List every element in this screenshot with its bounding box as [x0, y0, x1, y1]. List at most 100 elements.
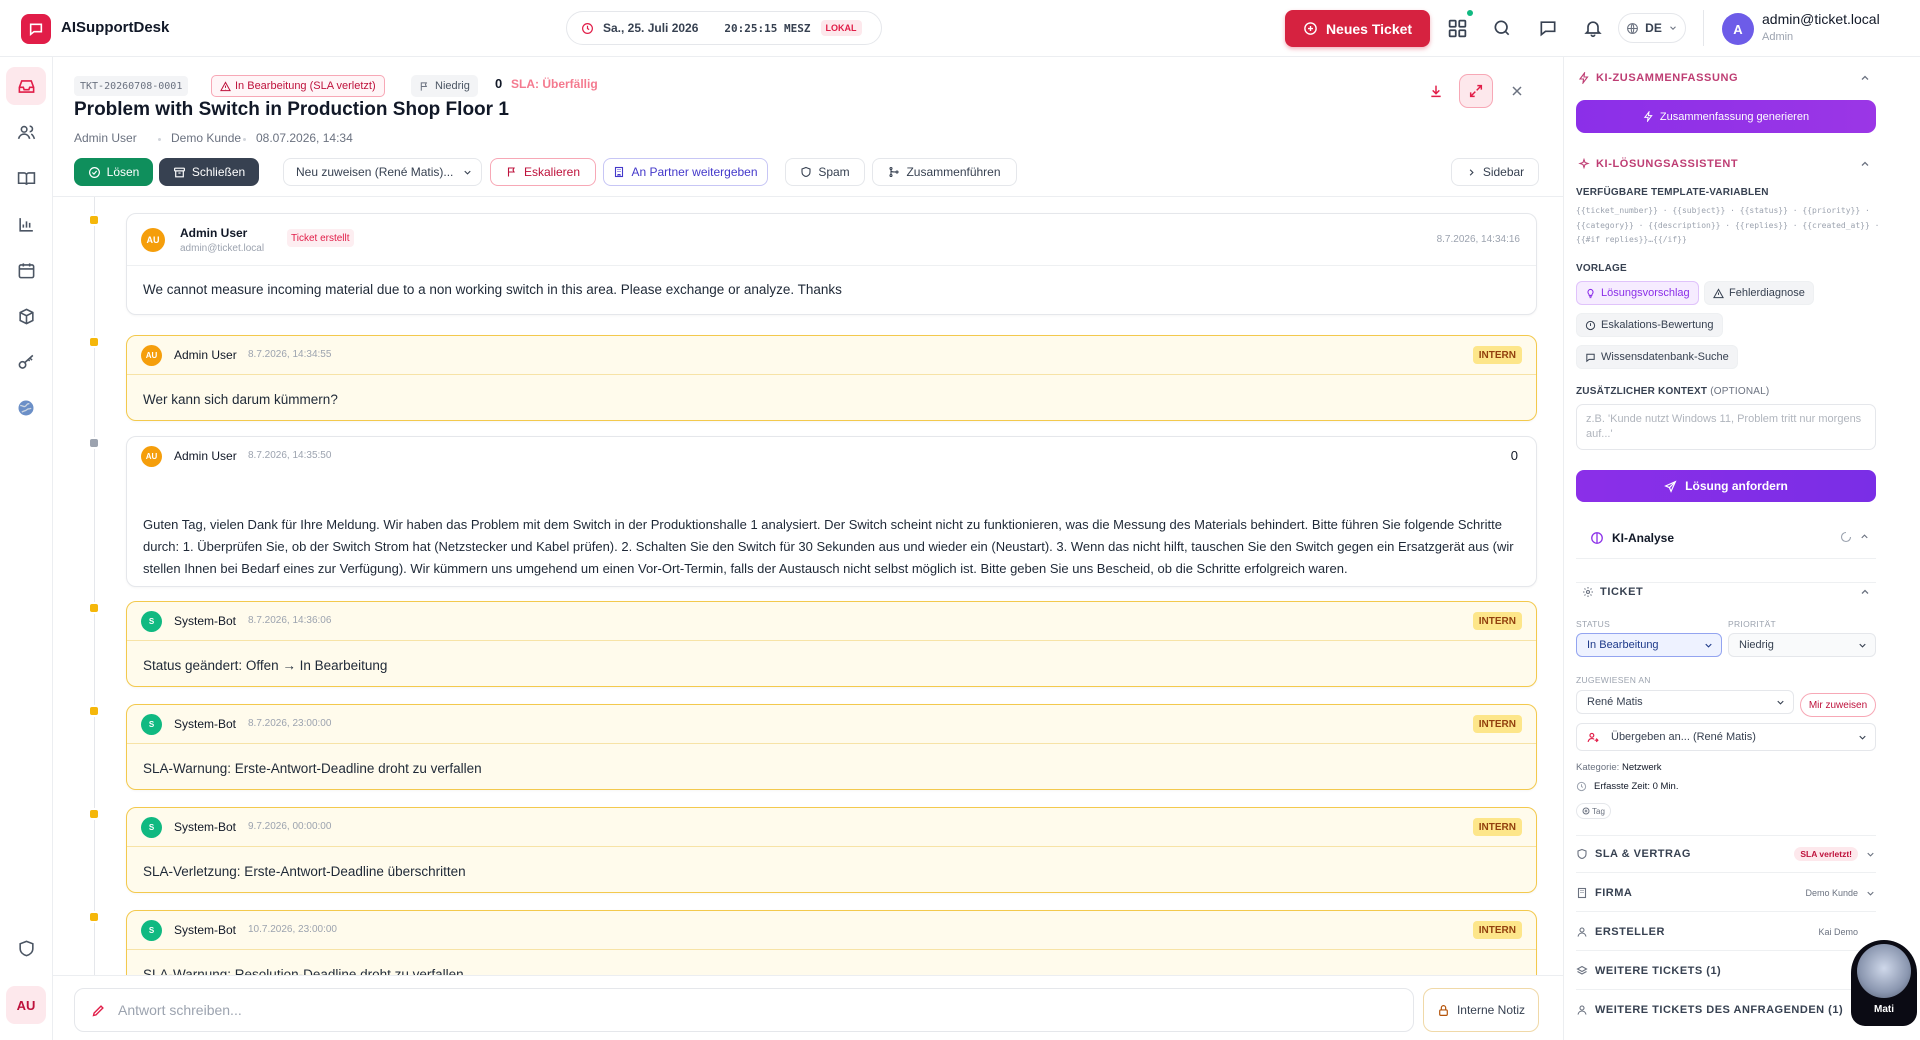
chat-icon[interactable]: [1536, 16, 1560, 40]
rail-user-avatar[interactable]: AU: [6, 986, 46, 1024]
close-ticket-label: Schließen: [191, 165, 246, 179]
sidebar-toggle-button[interactable]: Sidebar: [1451, 158, 1539, 186]
merge-icon: [888, 166, 900, 178]
template-diagnosis-chip[interactable]: Fehlerdiagnose: [1704, 281, 1814, 305]
chevron-up-icon[interactable]: [1859, 72, 1873, 86]
nav-users-icon[interactable]: [6, 113, 46, 151]
ticket-section-header[interactable]: TICKET: [1582, 586, 1643, 598]
internal-note-label: Interne Notiz: [1456, 1003, 1526, 1017]
resolve-button[interactable]: Lösen: [74, 158, 153, 186]
user-email[interactable]: admin@ticket.local: [1762, 11, 1880, 27]
timeline-dot: [88, 705, 100, 717]
search-icon[interactable]: [1490, 16, 1514, 40]
sla-violated-badge: SLA verletzt!: [1794, 847, 1858, 861]
escalate-button[interactable]: Eskalieren: [490, 158, 596, 186]
timeline-dot: [88, 437, 100, 449]
divider: [1576, 950, 1876, 951]
sla-section-title: SLA & VERTRAG: [1595, 848, 1691, 860]
merge-button[interactable]: Zusammenführen: [872, 158, 1017, 186]
nav-calendar-icon[interactable]: [6, 251, 46, 289]
divider: [1576, 989, 1876, 990]
priority-select[interactable]: Niedrig: [1728, 633, 1876, 657]
creator-section-row[interactable]: ERSTELLER Kai Demo: [1576, 917, 1876, 947]
ai-summary-header[interactable]: KI-ZUSAMMENFASSUNG: [1578, 72, 1738, 84]
template-kb-search-label: Wissensdatenbank-Suche: [1601, 351, 1729, 363]
reassign-select[interactable]: Neu zuweisen (René Matis)...: [283, 158, 482, 186]
ticket-requester[interactable]: Admin User: [74, 131, 137, 145]
template-solution-label: Lösungsvorschlag: [1601, 287, 1690, 299]
nav-chart-icon[interactable]: [6, 205, 46, 243]
author-email: admin@ticket.local: [180, 243, 265, 254]
download-icon[interactable]: [1419, 74, 1453, 108]
template-kb-search-chip[interactable]: Wissensdatenbank-Suche: [1576, 345, 1738, 369]
assignee-select-value: René Matis: [1587, 696, 1643, 708]
nav-key-icon[interactable]: [6, 343, 46, 381]
message-header: S System-Bot 8.7.2026, 23:00:00 INTERN: [127, 705, 1536, 744]
assign-to-me-button[interactable]: Mir zuweisen: [1800, 693, 1876, 717]
mascot-assistant-button[interactable]: Mati: [1851, 940, 1917, 1026]
ticket-customer[interactable]: Demo Kunde: [171, 131, 241, 145]
loading-spinner-icon: [1840, 531, 1852, 543]
status-select[interactable]: In Bearbeitung: [1576, 633, 1722, 657]
sla-section-row[interactable]: SLA & VERTRAG SLA verletzt!: [1576, 839, 1876, 869]
tracked-time-row: Erfasste Zeit: 0 Min.: [1576, 781, 1678, 792]
generate-summary-button[interactable]: Zusammenfassung generieren: [1576, 100, 1876, 133]
assigned-field-label: ZUGEWIESEN AN: [1576, 675, 1651, 685]
expand-icon[interactable]: [1459, 74, 1493, 108]
message-header: AU Admin User 8.7.2026, 14:35:50 0: [127, 437, 1536, 476]
user-icon: [1576, 1004, 1588, 1016]
template-vars-list: {{ticket_number}} · {{subject}} · {{stat…: [1576, 206, 1880, 244]
nav-inbox-icon[interactable]: [6, 67, 46, 105]
new-ticket-button[interactable]: Neues Ticket: [1285, 10, 1430, 47]
template-solution-chip[interactable]: Lösungsvorschlag: [1576, 281, 1699, 305]
app-logo-icon[interactable]: [21, 14, 51, 44]
resolve-label: Lösen: [106, 165, 140, 179]
company-section-row[interactable]: FIRMA Demo Kunde: [1576, 878, 1876, 908]
internal-note-card: S System-Bot 10.7.2026, 23:00:00 INTERN …: [126, 910, 1537, 975]
bell-icon[interactable]: [1581, 16, 1605, 40]
nav-knowledge-book-icon[interactable]: [6, 159, 46, 197]
ai-assistant-header[interactable]: KI-LÖSUNGSASSISTENT: [1578, 158, 1738, 170]
user-icon: [1576, 926, 1588, 938]
assignee-select[interactable]: René Matis: [1576, 690, 1794, 714]
close-ticket-button[interactable]: Schließen: [159, 158, 259, 186]
context-input[interactable]: z.B. 'Kunde nutzt Windows 11, Problem tr…: [1576, 404, 1876, 450]
chevron-up-icon[interactable]: [1859, 586, 1873, 600]
reply-card: AU Admin User 8.7.2026, 14:35:50 0 Guten…: [126, 436, 1537, 587]
divider: [1576, 872, 1876, 873]
ai-summary-title: KI-ZUSAMMENFASSUNG: [1596, 72, 1739, 84]
add-tag-button[interactable]: Tag: [1576, 803, 1611, 819]
status-field-label: STATUS: [1576, 619, 1611, 629]
more-tickets-row[interactable]: WEITERE TICKETS (1): [1576, 956, 1876, 986]
clock-icon: [1576, 781, 1587, 792]
internal-note-button[interactable]: Interne Notiz: [1423, 988, 1539, 1032]
handover-select[interactable]: Übergeben an... (René Matis): [1576, 723, 1876, 751]
user-avatar[interactable]: A: [1722, 13, 1754, 45]
chevron-down-icon: [1668, 23, 1678, 33]
ai-analysis-row[interactable]: KI-Analyse: [1576, 517, 1876, 559]
forward-partner-button[interactable]: An Partner weitergeben: [603, 158, 768, 186]
chevron-up-icon[interactable]: [1859, 158, 1873, 172]
language-label: DE: [1645, 21, 1662, 35]
reassign-label: Neu zuweisen (René Matis)...: [296, 165, 454, 179]
nav-globe-icon[interactable]: [6, 389, 46, 427]
reply-input[interactable]: Antwort schreiben...: [74, 988, 1414, 1032]
status-select-value: In Bearbeitung: [1587, 639, 1659, 651]
nav-box-icon[interactable]: [6, 297, 46, 335]
status-badge: In Bearbeitung (SLA verletzt): [211, 75, 385, 97]
chevron-up-icon: [1859, 531, 1870, 542]
spam-button[interactable]: Spam: [785, 158, 865, 186]
requester-tickets-row[interactable]: WEITERE TICKETS DES ANFRAGENDEN (1): [1576, 995, 1876, 1025]
request-solution-button[interactable]: Lösung anfordern: [1576, 470, 1876, 502]
reply-placeholder: Antwort schreiben...: [118, 1002, 242, 1018]
ticket-timeline[interactable]: AU Admin User admin@ticket.local Ticket …: [53, 197, 1563, 975]
apps-grid-icon[interactable]: [1445, 10, 1473, 40]
sla-status: SLA: Überfällig: [511, 77, 598, 91]
language-select[interactable]: DE: [1618, 13, 1686, 43]
template-escalation-chip[interactable]: Eskalations-Bewertung: [1576, 313, 1723, 337]
priority-text: Niedrig: [435, 80, 470, 92]
shield-icon: [1576, 848, 1588, 860]
message-time: 9.7.2026, 00:00:00: [248, 821, 332, 832]
close-icon[interactable]: [1500, 74, 1534, 108]
nav-shield-icon[interactable]: [6, 929, 46, 967]
